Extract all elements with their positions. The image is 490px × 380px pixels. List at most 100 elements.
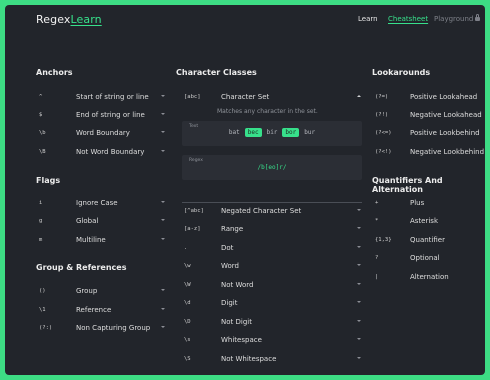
item-code: + xyxy=(375,200,379,206)
flags-title: Flags xyxy=(36,176,61,185)
item-label: End of string or line xyxy=(76,111,145,119)
item-code: m xyxy=(39,237,43,243)
classes-title: Character Classes xyxy=(176,68,257,77)
list-item[interactable]: \b Word Boundary xyxy=(39,126,165,144)
text-example-box: Text bat bec bir bor bur xyxy=(182,121,362,146)
list-item[interactable]: \1 Reference xyxy=(39,303,165,321)
item-label: Character Set xyxy=(221,93,270,101)
chevron-down-icon xyxy=(161,95,165,97)
chevron-down-icon xyxy=(161,113,165,115)
list-item[interactable]: * Asterisk xyxy=(375,214,480,232)
list-item[interactable]: \S Not Whitespace xyxy=(184,352,362,370)
item-label: Start of string or line xyxy=(76,93,149,101)
item-code: $ xyxy=(39,112,43,118)
item-code: (?:) xyxy=(39,325,53,331)
item-code: [abc] xyxy=(184,94,201,100)
item-label: Quantifier xyxy=(410,236,445,244)
item-label: Group xyxy=(76,287,98,295)
chevron-up-icon xyxy=(357,95,361,97)
item-label: Dot xyxy=(221,244,234,252)
chevron-down-icon xyxy=(161,201,165,203)
chevron-down-icon xyxy=(161,131,165,133)
list-item[interactable]: () Group xyxy=(39,284,165,302)
item-label: Word Boundary xyxy=(76,129,130,137)
item-code: \W xyxy=(184,282,191,288)
list-item[interactable]: m Multiline xyxy=(39,233,165,251)
nav-cheatsheet[interactable]: Cheatsheet xyxy=(388,15,428,23)
item-label: Multiline xyxy=(76,236,106,244)
list-item[interactable]: [a-z] Range xyxy=(184,222,362,240)
item-code: \d xyxy=(184,300,191,306)
list-item[interactable]: [^abc] Negated Character Set xyxy=(184,204,362,222)
item-label: Alternation xyxy=(410,273,449,281)
app-frame: RegexLearn Learn Cheatsheet Playground A… xyxy=(5,5,485,375)
list-item[interactable]: i Ignore Case xyxy=(39,196,165,214)
chevron-down-icon xyxy=(357,320,361,322)
item-label: Optional xyxy=(410,254,440,262)
item-code: | xyxy=(375,274,379,280)
list-item[interactable]: {1,3} Quantifier xyxy=(375,233,480,251)
item-label: Plus xyxy=(410,199,425,207)
list-item[interactable]: | Alternation xyxy=(375,270,480,288)
item-label: Not Word xyxy=(221,281,254,289)
divider xyxy=(182,202,362,203)
regex-example: /b[eo]r/ xyxy=(257,164,287,171)
item-label: Not Whitespace xyxy=(221,355,277,363)
item-code: . xyxy=(184,245,188,251)
nav-playground[interactable]: Playground xyxy=(434,14,481,23)
nav-learn[interactable]: Learn xyxy=(358,15,378,23)
item-label: Positive Lookbehind xyxy=(410,129,480,137)
list-item[interactable]: (?<!) Negative Lookbehind xyxy=(375,145,484,163)
item-label: Ignore Case xyxy=(76,199,118,207)
list-item[interactable]: g Global xyxy=(39,214,165,232)
logo-accent: Learn xyxy=(70,13,102,26)
item-label: Positive Lookahead xyxy=(410,93,478,101)
list-item[interactable]: \B Not Word Boundary xyxy=(39,145,165,163)
list-item[interactable]: \w Word xyxy=(184,259,362,277)
list-item[interactable]: \d Digit xyxy=(184,296,362,314)
list-item[interactable]: (?:) Non Capturing Group xyxy=(39,321,165,339)
chevron-down-icon xyxy=(357,301,361,303)
chevron-down-icon xyxy=(357,209,361,211)
chevron-down-icon xyxy=(161,238,165,240)
list-item[interactable]: (?!) Negative Lookahead xyxy=(375,108,482,126)
list-item[interactable]: ? Optional xyxy=(375,251,480,269)
item-label: Not Word Boundary xyxy=(76,148,145,156)
item-label: Reference xyxy=(76,306,112,314)
list-item[interactable]: $ End of string or line xyxy=(39,108,165,126)
item-label: Whitespace xyxy=(221,336,262,344)
item-code: {1,3} xyxy=(375,237,392,243)
list-item[interactable]: \D Not Digit xyxy=(184,315,362,333)
list-item[interactable]: + Plus xyxy=(375,196,480,214)
chevron-down-icon xyxy=(357,357,361,359)
logo-main: Regex xyxy=(36,13,71,26)
example-word: bat xyxy=(228,129,240,136)
quantifiers-title: Quantifiers And Alternation xyxy=(372,176,443,194)
item-code: ^ xyxy=(39,94,43,100)
chevron-down-icon xyxy=(357,338,361,340)
item-code: \s xyxy=(184,337,191,343)
list-item[interactable]: (?<=) Positive Lookbehind xyxy=(375,126,480,144)
example-word: bir xyxy=(266,129,278,136)
item-code: i xyxy=(39,200,43,206)
item-label: Negated Character Set xyxy=(221,207,302,215)
item-code: [^abc] xyxy=(184,208,204,214)
example-word-match: bor xyxy=(282,128,300,137)
logo[interactable]: RegexLearn xyxy=(36,13,102,26)
item-code: (?=) xyxy=(375,94,389,100)
item-label: Range xyxy=(221,225,244,233)
list-item[interactable]: \s Whitespace xyxy=(184,333,362,351)
example-word-match: bec xyxy=(244,128,262,137)
item-code: () xyxy=(39,288,46,294)
list-item[interactable]: . Dot xyxy=(184,241,362,259)
list-item[interactable]: ^ Start of string or line xyxy=(39,90,165,108)
item-label: Non Capturing Group xyxy=(76,324,151,332)
item-code: \S xyxy=(184,356,191,362)
item-code: \B xyxy=(39,149,46,155)
list-item[interactable]: \W Not Word xyxy=(184,278,362,296)
item-code: \b xyxy=(39,130,46,136)
item-code: \D xyxy=(184,319,191,325)
list-item[interactable]: (?=) Positive Lookahead xyxy=(375,90,480,108)
chevron-down-icon xyxy=(161,289,165,291)
expanded-item-character-set[interactable]: [abc] Character Set xyxy=(184,90,362,108)
